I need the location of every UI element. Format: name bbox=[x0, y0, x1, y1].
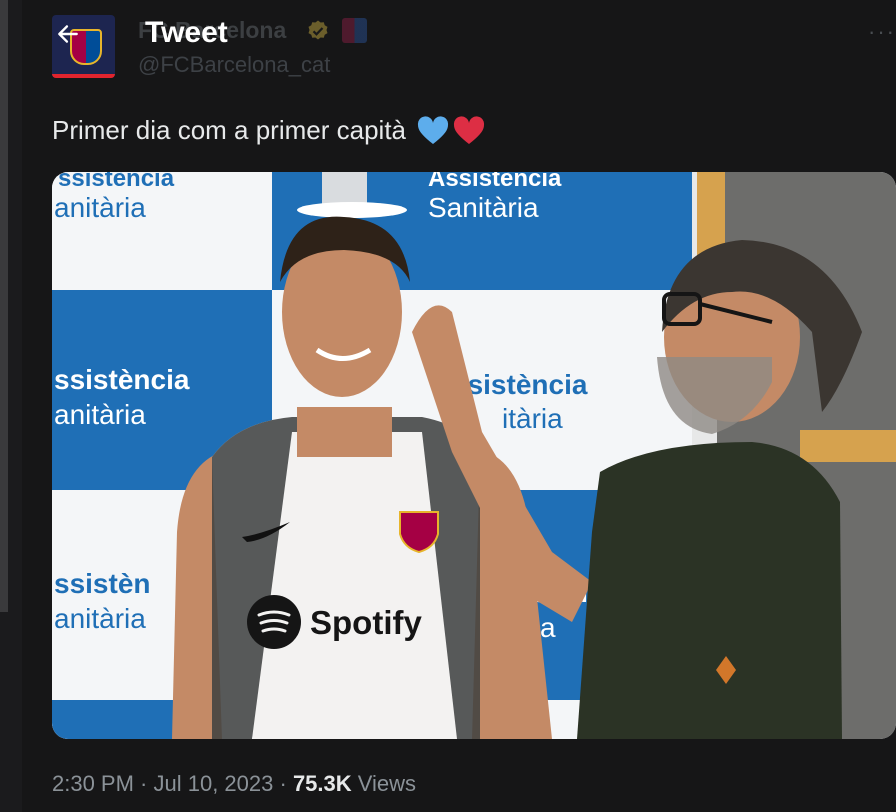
verified-badge-icon bbox=[308, 20, 328, 40]
tweet-text: Primer dia com a primer capità bbox=[52, 115, 486, 146]
tweet-text-content: Primer dia com a primer capità bbox=[52, 115, 406, 145]
user-handle[interactable]: @FCBarcelona_cat bbox=[138, 52, 330, 78]
arrow-left-icon bbox=[58, 25, 78, 43]
banner-text: itària bbox=[502, 403, 563, 434]
banner-text: anitària bbox=[54, 192, 146, 223]
page-title: Tweet bbox=[145, 16, 228, 49]
tweet-metadata: 2:30 PM · Jul 10, 2023 · 75.3K Views bbox=[52, 771, 416, 797]
banner-text: ssistència bbox=[58, 172, 175, 192]
separator: · bbox=[273, 771, 293, 796]
separator: · bbox=[133, 771, 154, 796]
more-options-button[interactable]: ··· bbox=[868, 19, 896, 45]
banner-text: anitària bbox=[54, 603, 146, 634]
photo-illustration: ssistència anitària Assistència Sanitàri… bbox=[52, 172, 896, 739]
banner-text: ssistència bbox=[54, 364, 190, 395]
club-badge-icon bbox=[342, 18, 367, 43]
banner-text: Sanitària bbox=[428, 192, 539, 223]
shirt-sponsor-text: Spotify bbox=[310, 604, 422, 641]
banner-text: Assistència bbox=[428, 172, 562, 192]
views-count[interactable]: 75.3K bbox=[293, 771, 352, 796]
tweet-time[interactable]: 2:30 PM bbox=[52, 771, 134, 796]
banner-text: anitària bbox=[54, 399, 146, 430]
views-label: Views bbox=[351, 771, 417, 796]
back-button[interactable] bbox=[52, 18, 84, 50]
blue-heart-icon bbox=[417, 115, 449, 144]
red-heart-icon bbox=[453, 115, 485, 144]
banner-text: a bbox=[540, 612, 556, 643]
scrollbar-track[interactable] bbox=[0, 0, 8, 612]
left-sidebar-rail bbox=[0, 0, 23, 812]
emoji-group bbox=[416, 115, 486, 146]
tweet-date[interactable]: Jul 10, 2023 bbox=[154, 771, 274, 796]
banner-text: ssistèn bbox=[54, 568, 151, 599]
tweet-photo[interactable]: ssistència anitària Assistència Sanitàri… bbox=[52, 172, 896, 739]
